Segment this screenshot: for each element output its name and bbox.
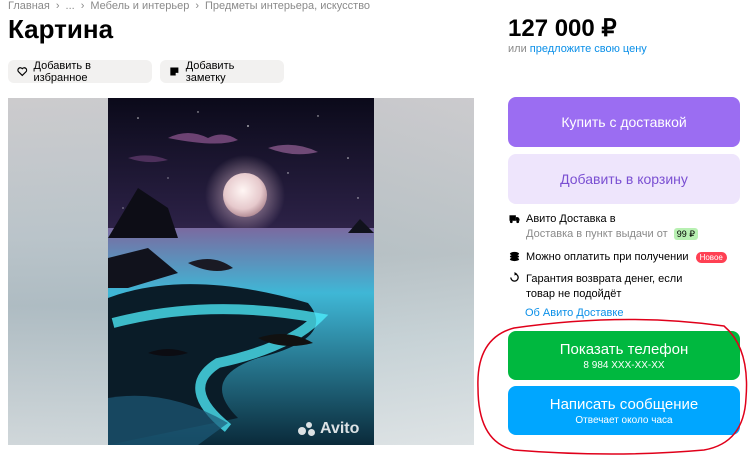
pickup-text: Доставка в пункт выдачи от <box>526 228 668 240</box>
cart-label: Добавить в корзину <box>560 171 688 187</box>
guarantee-info: Гарантия возврата денег, если товар не п… <box>508 272 708 302</box>
about-delivery-link[interactable]: Об Авито Доставке <box>525 307 623 319</box>
check-arrow-icon <box>508 272 520 302</box>
write-message-label: Написать сообщение <box>549 395 699 413</box>
add-to-favorites-button[interactable]: Добавить в избранное <box>8 59 152 84</box>
price-offer: или предложите свою цену <box>508 43 647 55</box>
breadcrumb-separator: › <box>55 0 60 12</box>
add-to-cart-button[interactable]: Добавить в корзину <box>508 154 740 204</box>
product-image[interactable] <box>108 98 374 445</box>
delivery-info: Авито Доставка в Доставка в пункт выдачи… <box>508 213 698 240</box>
note-label: Добавить заметку <box>185 59 235 84</box>
avito-watermark: Avito <box>298 420 359 438</box>
gallery-blur-right <box>374 98 474 445</box>
breadcrumb-ellipsis[interactable]: ... <box>66 0 75 12</box>
truck-icon <box>508 213 520 240</box>
show-phone-label: Показать телефон <box>559 340 689 358</box>
pay-on-receipt-text: Можно оплатить при получении <box>526 251 689 263</box>
coins-icon <box>508 251 520 263</box>
breadcrumb: Главная › ... › Мебель и интерьер › Пред… <box>8 0 370 12</box>
price: 127 000 ₽ <box>508 15 617 42</box>
breadcrumb-interior[interactable]: Предметы интерьера, искусство <box>205 0 370 12</box>
phone-number: 8 984 XXX-XX-XX <box>583 359 665 371</box>
breadcrumb-furniture[interactable]: Мебель и интерьер <box>90 0 189 12</box>
write-message-button[interactable]: Написать сообщение Отвечает около часа <box>508 386 740 435</box>
add-note-button[interactable]: Добавить заметку <box>160 59 284 84</box>
breadcrumb-separator: › <box>80 0 85 12</box>
watermark-text: Avito <box>320 420 360 437</box>
pickup-price-badge: 99 ₽ <box>673 228 698 240</box>
new-badge: Новое <box>695 252 727 263</box>
breadcrumb-home[interactable]: Главная <box>8 0 50 12</box>
buy-with-delivery-button[interactable]: Купить с доставкой <box>508 97 740 147</box>
delivery-title: Авито Доставка в <box>526 213 616 225</box>
favorite-label: Добавить в избранное <box>33 59 92 84</box>
payment-info: Можно оплатить при получении Новое <box>508 251 727 263</box>
product-gallery[interactable]: Avito <box>8 98 474 445</box>
response-time: Отвечает около часа <box>575 414 673 426</box>
guarantee-text: Гарантия возврата денег, если товар не п… <box>526 273 683 300</box>
show-phone-button[interactable]: Показать телефон 8 984 XXX-XX-XX <box>508 331 740 380</box>
avito-logo-icon <box>298 422 316 436</box>
page-title: Картина <box>8 14 114 44</box>
propose-price-link[interactable]: предложите свою цену <box>530 43 647 55</box>
gallery-blur-left <box>8 98 108 445</box>
note-icon <box>170 67 179 76</box>
heart-icon <box>17 67 28 77</box>
breadcrumb-separator: › <box>195 0 200 12</box>
offer-prefix: или <box>508 43 527 55</box>
buy-label: Купить с доставкой <box>561 114 687 130</box>
